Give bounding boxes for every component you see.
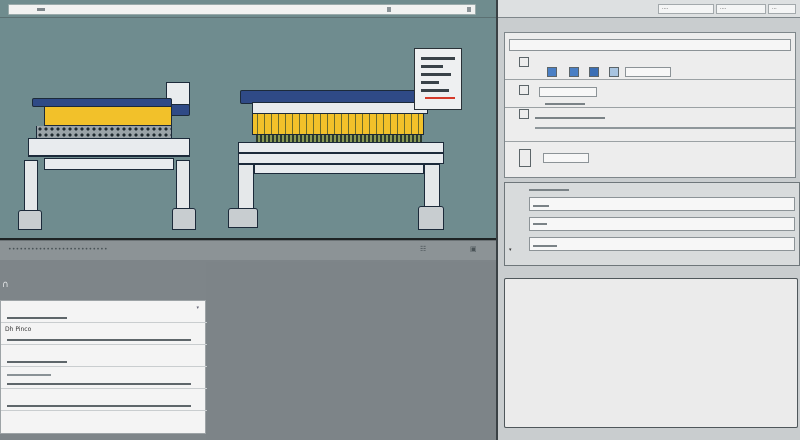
property-row[interactable] xyxy=(1,367,207,389)
property-row[interactable] xyxy=(1,389,207,411)
search-icon xyxy=(37,8,45,11)
image-icon[interactable] xyxy=(609,67,619,77)
toggle-icon[interactable] xyxy=(519,57,529,67)
property-row[interactable]: ▾ xyxy=(1,301,207,323)
blue-icon[interactable] xyxy=(589,67,599,77)
row-icon[interactable] xyxy=(519,109,529,119)
side-glyph: ∩ xyxy=(2,280,9,290)
machine-info-card[interactable] xyxy=(414,48,462,110)
pin-icon[interactable] xyxy=(387,7,391,12)
blue-icon[interactable] xyxy=(547,67,557,77)
detail-field[interactable] xyxy=(529,197,795,211)
section-header[interactable] xyxy=(509,39,791,51)
viewport-toolbar xyxy=(0,0,496,18)
preview-area[interactable] xyxy=(504,278,798,428)
tab-3[interactable]: ··· xyxy=(768,4,796,14)
workspace-empty xyxy=(206,262,496,440)
value-field[interactable] xyxy=(625,67,671,77)
tab-2[interactable]: ···· xyxy=(716,4,766,14)
status-indicator xyxy=(425,97,455,99)
menu-icon[interactable] xyxy=(467,7,471,12)
property-row[interactable]: Dh Pinco xyxy=(1,323,207,345)
machine-right[interactable] xyxy=(0,18,460,238)
properties-panel: ▾ Dh Pinco xyxy=(0,300,207,434)
view-icon[interactable]: ▣ xyxy=(470,245,477,253)
viewport-status-bar: •••••••••••••••••••••••••• ☷ ▣ xyxy=(0,240,496,260)
expand-icon[interactable]: ▾ xyxy=(509,247,512,253)
grid-icon[interactable]: ☷ xyxy=(420,245,426,253)
row-icon[interactable] xyxy=(519,85,529,95)
document-icon[interactable] xyxy=(519,149,531,167)
search-input[interactable] xyxy=(8,4,476,15)
detail-field[interactable] xyxy=(529,237,795,251)
inspector-panel: ···· ···· ··· ▾ xyxy=(496,0,800,440)
inspector-title xyxy=(502,20,798,30)
text-field[interactable] xyxy=(539,87,597,97)
tab-1[interactable]: ···· xyxy=(658,4,714,14)
inspector-section-general xyxy=(504,32,796,178)
status-text: •••••••••••••••••••••••••• xyxy=(8,246,108,253)
detail-field[interactable] xyxy=(529,217,795,231)
inspector-section-details: ▾ xyxy=(504,182,800,266)
inspector-toolbar: ···· ···· ··· xyxy=(498,0,800,18)
blue-icon[interactable] xyxy=(569,67,579,77)
stepper-icon[interactable]: ▾ xyxy=(196,305,199,311)
scene-viewport[interactable] xyxy=(0,18,496,260)
text-field[interactable] xyxy=(543,153,589,163)
property-row[interactable] xyxy=(1,345,207,367)
